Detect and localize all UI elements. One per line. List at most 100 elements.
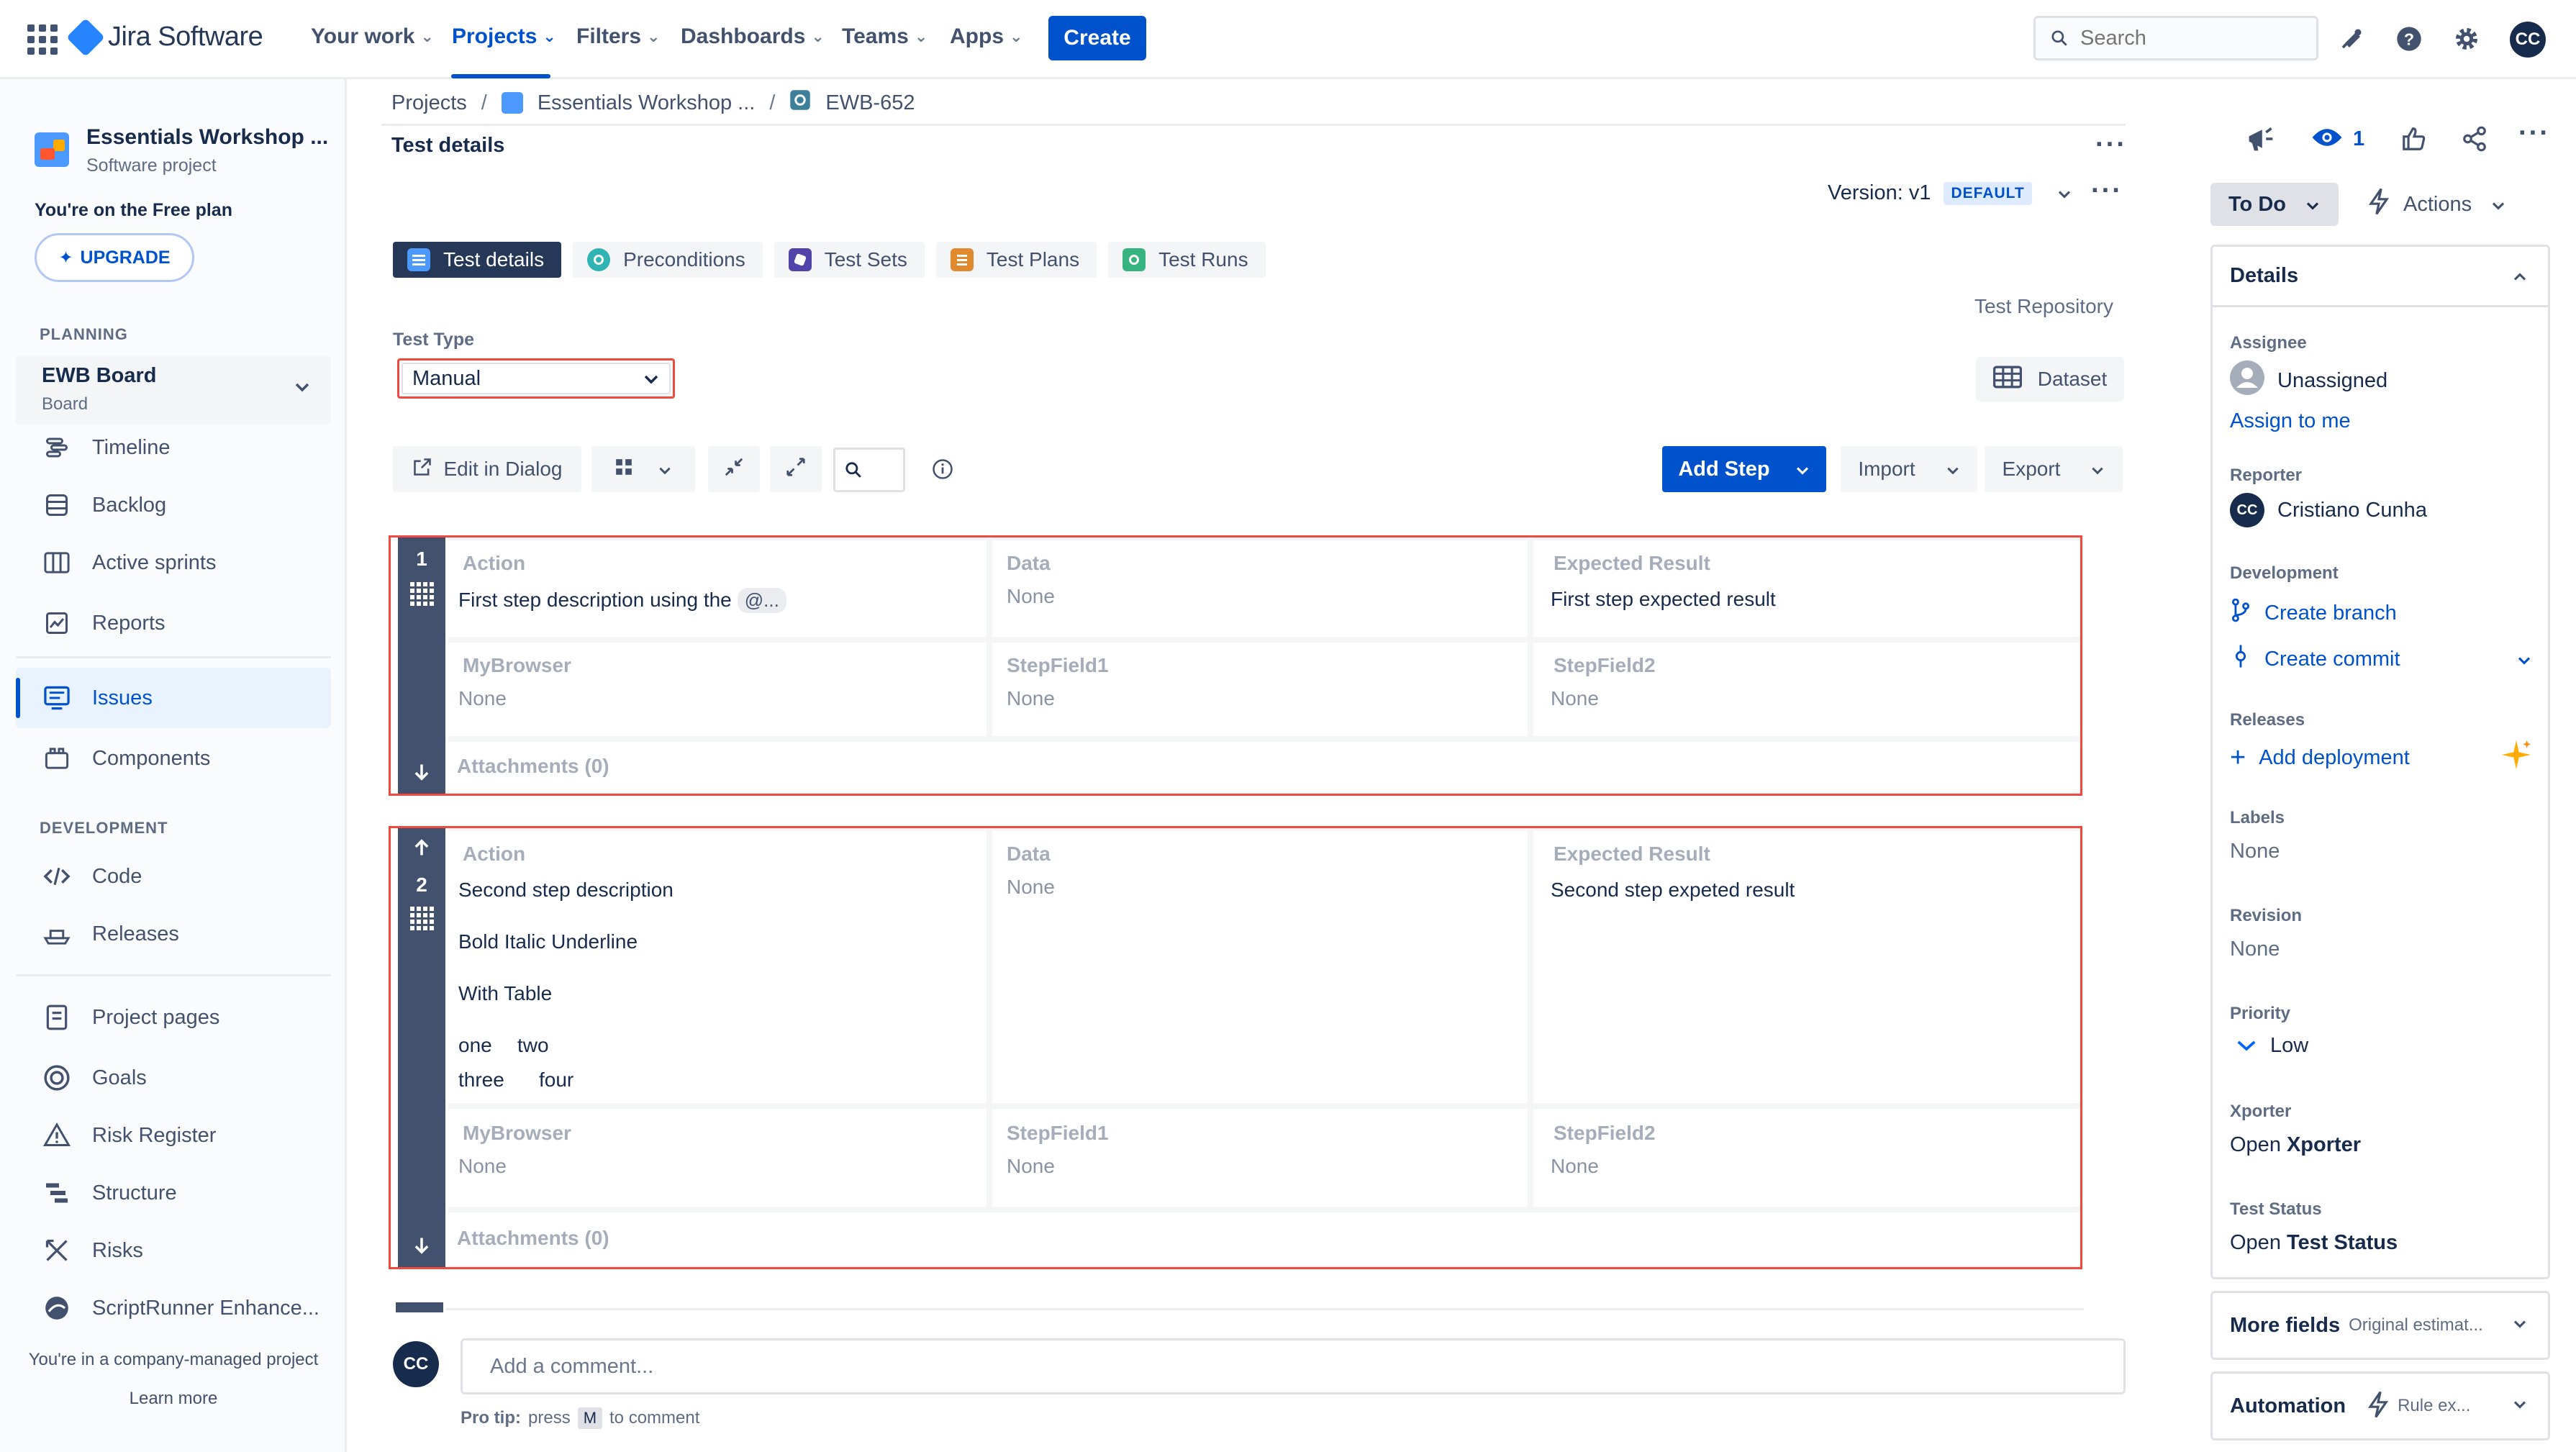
add-deployment-link[interactable]: + Add deployment [2230, 739, 2532, 776]
status-todo-button[interactable]: To Do [2210, 183, 2339, 226]
sidebar-item-releases[interactable]: Releases [16, 904, 331, 964]
test-type-select[interactable]: Manual [397, 358, 675, 399]
stepfield1-cell[interactable]: StepField1 None [992, 643, 1528, 736]
expected-result-cell[interactable]: Expected Result First step expected resu… [1533, 540, 2080, 637]
sidebar-item-risk-register[interactable]: Risk Register [16, 1105, 331, 1166]
nav-filters[interactable]: Filters ⌄ [576, 24, 660, 49]
breadcrumb-issue-key[interactable]: EWB-652 [825, 91, 915, 115]
mention-chip[interactable]: @... [737, 588, 786, 613]
version-more-options-icon[interactable]: ··· [2091, 176, 2123, 207]
action-cell[interactable]: Action Second step description Bold Ital… [448, 831, 987, 1103]
view-layout-button[interactable] [591, 446, 695, 492]
learn-more-link[interactable]: Learn more [0, 1389, 347, 1409]
action-cell[interactable]: Action First step description using the @… [448, 540, 987, 637]
stepfield2-cell[interactable]: StepField2 None [1533, 643, 2080, 736]
watch-button[interactable]: 1 [2311, 121, 2364, 157]
app-switcher-icon[interactable] [27, 24, 58, 55]
assignee-value[interactable]: Unassigned [2230, 360, 2387, 401]
drag-handle-icon[interactable] [409, 907, 434, 930]
sidebar-item-issues[interactable]: Issues [16, 668, 331, 728]
assign-to-me-link[interactable]: Assign to me [2230, 409, 2351, 433]
sidebar-item-components[interactable]: Components [16, 728, 331, 789]
export-button[interactable]: Export [1985, 446, 2123, 492]
test-repository-link[interactable]: Test Repository [1974, 295, 2113, 318]
project-name[interactable]: Essentials Workshop ... [86, 125, 328, 150]
sidebar-item-project-pages[interactable]: Project pages [16, 987, 331, 1048]
nav-dashboards[interactable]: Dashboards ⌄ [681, 24, 825, 49]
notifications-icon[interactable] [2334, 22, 2369, 56]
settings-gear-icon[interactable] [2449, 22, 2484, 56]
mybrowser-cell[interactable]: MyBrowser None [448, 643, 987, 736]
more-options-icon[interactable]: ··· [2095, 130, 2127, 160]
reporter-value[interactable]: CC Cristiano Cunha [2230, 493, 2427, 527]
edit-in-dialog-button[interactable]: Edit in Dialog [393, 446, 581, 492]
tab-preconditions[interactable]: Preconditions [573, 242, 763, 278]
step-search-input[interactable] [833, 448, 905, 492]
comment-input[interactable]: Add a comment... [461, 1338, 2126, 1394]
mybrowser-cell[interactable]: MyBrowser None [448, 1109, 987, 1207]
search-input[interactable] [2080, 26, 2296, 50]
share-icon[interactable] [2461, 121, 2488, 157]
attachments-row[interactable]: Attachments (0) [448, 1212, 2080, 1266]
sidebar-item-active-sprints[interactable]: Active sprints [16, 532, 331, 593]
step-rail[interactable]: 1 [398, 537, 445, 794]
sidebar-item-goals[interactable]: Goals [16, 1048, 331, 1108]
move-down-arrow-icon[interactable] [412, 1235, 432, 1260]
step-rail[interactable]: 2 [398, 828, 445, 1267]
help-icon[interactable]: ? [2392, 22, 2426, 56]
sidebar-item-code[interactable]: Code [16, 846, 331, 907]
version-selector[interactable]: Version: v1 DEFAULT [1828, 181, 2072, 205]
create-button[interactable]: Create [1048, 16, 1146, 60]
revision-value[interactable]: None [2230, 938, 2280, 961]
move-up-arrow-icon[interactable] [412, 837, 432, 862]
more-fields-panel[interactable]: More fields Original estimat... [2210, 1291, 2550, 1360]
nav-projects[interactable]: Projects ⌄ [452, 24, 556, 49]
collapse-all-button[interactable] [708, 446, 760, 492]
feedback-megaphone-icon[interactable] [2245, 121, 2277, 157]
test-status-open-link[interactable]: Open Test Status [2230, 1231, 2398, 1255]
actions-button[interactable]: Actions [2367, 183, 2506, 226]
xporter-open-link[interactable]: Open Xporter [2230, 1133, 2361, 1157]
data-cell[interactable]: Data None [992, 831, 1528, 1103]
tab-test-sets[interactable]: Test Sets [774, 242, 925, 278]
sidebar-item-timeline[interactable]: Timeline [16, 417, 331, 478]
attachments-row[interactable]: Attachments (0) [448, 742, 2080, 792]
sidebar-item-scriptrunner[interactable]: ScriptRunner Enhance... [16, 1278, 331, 1338]
labels-value[interactable]: None [2230, 840, 2280, 863]
details-header[interactable]: Details [2213, 247, 2548, 307]
stepfield2-cell[interactable]: StepField2 None [1533, 1109, 2080, 1207]
breadcrumb-projects[interactable]: Projects [391, 91, 467, 115]
nav-apps[interactable]: Apps ⌄ [950, 24, 1022, 49]
profile-avatar[interactable]: CC [2510, 22, 2546, 58]
tab-test-details[interactable]: Test details [393, 242, 562, 278]
tab-test-runs[interactable]: Test Runs [1108, 242, 1266, 278]
data-cell[interactable]: Data None [992, 540, 1528, 637]
tab-test-plans[interactable]: Test Plans [935, 242, 1097, 278]
drag-handle-icon[interactable] [409, 582, 434, 606]
info-icon[interactable] [922, 446, 963, 492]
upgrade-button[interactable]: ✦ UPGRADE [35, 233, 194, 282]
create-commit-link[interactable]: Create commit [2230, 644, 2532, 674]
expected-result-cell[interactable]: Expected Result Second step expeted resu… [1533, 831, 2080, 1103]
stepfield1-cell[interactable]: StepField1 None [992, 1109, 1528, 1207]
sidebar-item-structure[interactable]: Structure [16, 1163, 331, 1223]
jira-logo[interactable]: Jira Software [66, 17, 263, 57]
import-button[interactable]: Import [1841, 446, 1977, 492]
sidebar-item-reports[interactable]: Reports [16, 593, 331, 653]
like-thumbs-up-icon[interactable] [2400, 121, 2428, 157]
sidebar-item-risks[interactable]: Risks [16, 1220, 331, 1281]
issue-more-options-icon[interactable]: ··· [2518, 118, 2550, 149]
breadcrumb-project[interactable]: Essentials Workshop ... [538, 91, 755, 115]
board-selector[interactable]: EWB Board Board [16, 355, 331, 425]
priority-value[interactable]: Low [2230, 1034, 2308, 1058]
dataset-button[interactable]: Dataset [1976, 357, 2124, 401]
nav-teams[interactable]: Teams ⌄ [842, 24, 928, 49]
expand-all-button[interactable] [770, 446, 822, 492]
automation-panel[interactable]: Automation Rule ex... [2210, 1371, 2550, 1440]
nav-your-work[interactable]: Your work ⌄ [311, 24, 434, 49]
create-branch-link[interactable]: Create branch [2230, 598, 2397, 628]
search-box[interactable] [2033, 16, 2318, 60]
move-down-arrow-icon[interactable] [412, 761, 432, 786]
sidebar-item-backlog[interactable]: Backlog [16, 475, 331, 535]
add-step-button[interactable]: Add Step [1662, 446, 1826, 492]
